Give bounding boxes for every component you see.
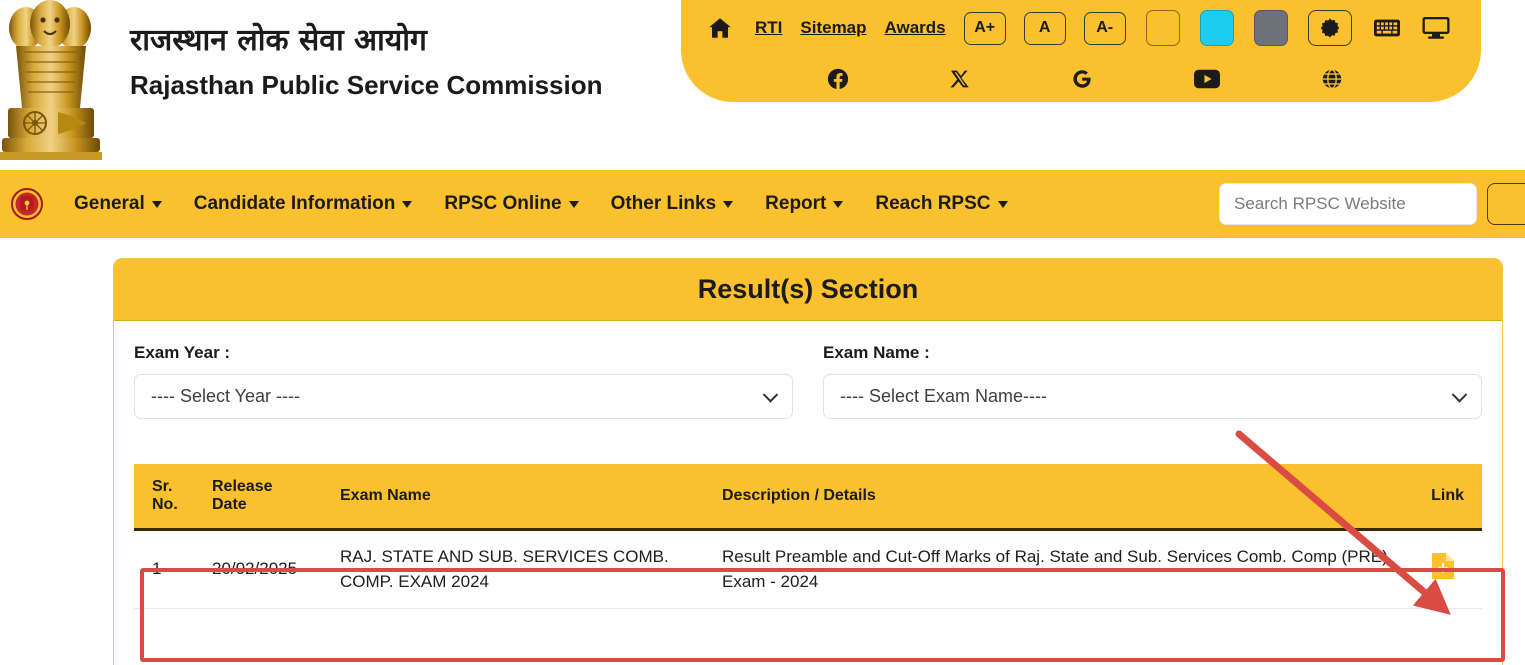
exam-name-selected-value: ---- Select Exam Name---- [840, 386, 1048, 406]
sitemap-link[interactable]: Sitemap [800, 18, 866, 38]
site-header: राजस्थान लोक सेवा आयोग Rajasthan Public … [0, 0, 1525, 170]
gear-icon[interactable] [1307, 10, 1352, 46]
exam-year-selected-value: ---- Select Year ---- [151, 386, 301, 406]
results-section-card: Result(s) Section Exam Year : ---- Selec… [113, 258, 1503, 665]
org-name-english: Rajasthan Public Service Commission [130, 69, 603, 100]
site-search [1219, 183, 1525, 225]
chevron-down-icon [833, 200, 844, 208]
column-header-exam-name: Exam Name [330, 464, 712, 531]
column-header-sr-no: Sr. No. [134, 464, 202, 531]
main-navigation: General Candidate Information RPSC Onlin… [0, 170, 1525, 238]
page-title: Result(s) Section [697, 274, 919, 304]
globe-icon[interactable] [1321, 68, 1343, 90]
theme-yellow-swatch[interactable] [1145, 10, 1180, 46]
cell-release-date: 20/02/2025 [202, 529, 330, 610]
rpsc-logo-icon[interactable] [8, 185, 46, 223]
chevron-down-icon [997, 200, 1008, 208]
chevron-down-icon [723, 200, 734, 208]
cell-exam-name: RAJ. STATE AND SUB. SERVICES COMB. COMP.… [330, 529, 712, 610]
exam-year-field: Exam Year : ---- Select Year ---- [134, 343, 793, 419]
nav-item-label: Other Links [610, 193, 717, 214]
nav-item-label: Report [765, 193, 827, 214]
awards-link[interactable]: Awards [885, 18, 946, 38]
table-row: 1 20/02/2025 RAJ. STATE AND SUB. SERVICE… [134, 529, 1482, 610]
nav-items: General Candidate Information RPSC Onlin… [74, 193, 1040, 215]
nav-item-label: General [74, 193, 145, 214]
search-input[interactable] [1219, 183, 1477, 225]
exam-year-select[interactable]: ---- Select Year ---- [134, 374, 793, 419]
card-body: Exam Year : ---- Select Year ---- Exam N… [114, 321, 1502, 610]
date-line2: Date [212, 496, 247, 513]
font-normal-button[interactable]: A [1023, 11, 1066, 45]
keyboard-icon[interactable] [1373, 18, 1400, 38]
card-header: Result(s) Section [114, 259, 1502, 321]
file-download-icon[interactable] [1430, 551, 1456, 581]
date-line1: Release [212, 478, 273, 495]
google-icon[interactable] [1071, 68, 1093, 90]
exam-name-field: Exam Name : ---- Select Exam Name---- [823, 343, 1482, 419]
theme-cyan-swatch[interactable] [1199, 10, 1234, 46]
x-twitter-icon[interactable] [950, 69, 970, 89]
cell-link [1404, 529, 1482, 610]
social-links-row [681, 56, 1481, 102]
nav-item-reach-rpsc[interactable]: Reach RPSC [875, 193, 1008, 215]
cell-sr-no: 1 [134, 529, 202, 610]
youtube-icon[interactable] [1193, 69, 1220, 89]
facebook-icon[interactable] [827, 68, 849, 90]
cell-description: Result Preamble and Cut-Off Marks of Raj… [712, 529, 1404, 610]
nav-item-report[interactable]: Report [765, 193, 844, 215]
chevron-down-icon [402, 200, 413, 208]
nav-item-label: Candidate Information [193, 193, 396, 214]
nav-item-candidate-information[interactable]: Candidate Information [194, 193, 413, 215]
exam-name-select[interactable]: ---- Select Exam Name---- [823, 374, 1482, 419]
chevron-down-icon [762, 386, 779, 403]
org-name-hindi: राजस्थान लोक सेवा आयोग [130, 23, 427, 58]
results-table: Sr. No. Release Date Exam Name Descripti… [134, 464, 1482, 610]
chevron-down-icon [568, 200, 579, 208]
column-header-description: Description / Details [712, 464, 1404, 531]
table-header-row: Sr. No. Release Date Exam Name Descripti… [134, 464, 1482, 531]
nav-item-label: Reach RPSC [875, 193, 991, 214]
nav-item-rpsc-online[interactable]: RPSC Online [444, 193, 579, 215]
utility-bar: RTI Sitemap Awards A+ A A- [681, 0, 1481, 102]
sr-line2: No. [152, 496, 178, 513]
chevron-down-icon [151, 200, 162, 208]
utility-row-links: RTI Sitemap Awards A+ A A- [681, 0, 1481, 56]
search-button[interactable] [1487, 183, 1525, 225]
screen-reader-icon[interactable] [1422, 16, 1450, 40]
column-header-release-date: Release Date [202, 464, 330, 531]
table-header: Sr. No. Release Date Exam Name Descripti… [134, 464, 1482, 531]
font-increase-button[interactable]: A+ [963, 11, 1006, 45]
home-icon[interactable] [703, 11, 737, 45]
chevron-down-icon [1451, 386, 1468, 403]
sr-line1: Sr. [152, 478, 173, 495]
national-emblem-icon [0, 0, 102, 160]
nav-item-other-links[interactable]: Other Links [611, 193, 734, 215]
nav-item-general[interactable]: General [74, 193, 162, 215]
font-decrease-button[interactable]: A- [1083, 11, 1126, 45]
page-root: राजस्थान लोक सेवा आयोग Rajasthan Public … [0, 0, 1525, 665]
theme-grey-swatch[interactable] [1253, 10, 1288, 46]
organization-name: राजस्थान लोक सेवा आयोग Rajasthan Public … [130, 22, 603, 101]
column-header-link: Link [1404, 464, 1482, 531]
nav-item-label: RPSC Online [444, 193, 562, 214]
exam-name-label: Exam Name : [823, 343, 930, 362]
exam-year-label: Exam Year : [134, 343, 231, 362]
filter-row: Exam Year : ---- Select Year ---- Exam N… [134, 343, 1482, 419]
table-body: 1 20/02/2025 RAJ. STATE AND SUB. SERVICE… [134, 529, 1482, 610]
rti-link[interactable]: RTI [755, 18, 782, 38]
